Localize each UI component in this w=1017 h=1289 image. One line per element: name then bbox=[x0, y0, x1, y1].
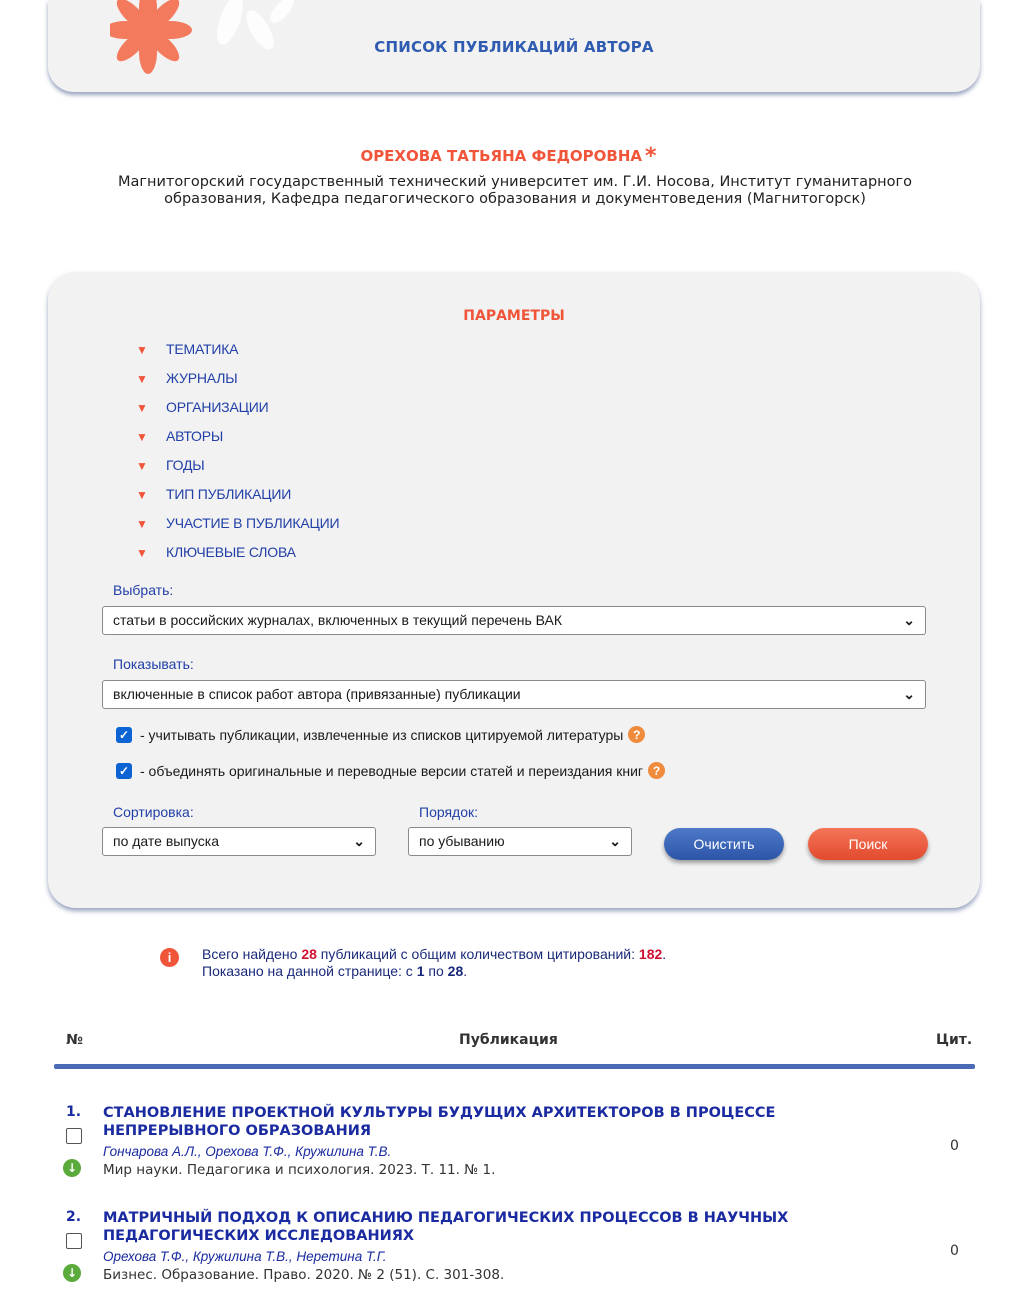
publication-authors[interactable]: Орехова Т.Ф., Кружилина Т.В., Неретина Т… bbox=[103, 1249, 387, 1264]
publication-source: Мир науки. Педагогика и психология. 2023… bbox=[103, 1162, 496, 1178]
triangle-down-icon: ▼ bbox=[136, 401, 148, 415]
sort-dropdown[interactable]: по дате выпуска ⌄ bbox=[102, 827, 376, 856]
filter-organizations[interactable]: ▼ ОРГАНИЗАЦИИ bbox=[136, 398, 339, 427]
triangle-down-icon: ▼ bbox=[136, 546, 148, 560]
triangle-down-icon: ▼ bbox=[136, 430, 148, 444]
author-star: * bbox=[645, 144, 657, 169]
author-affiliation: Магнитогорский государственный техническ… bbox=[117, 174, 913, 207]
column-header-number: № bbox=[66, 1032, 83, 1048]
order-label: Порядок: bbox=[419, 804, 479, 820]
search-button[interactable]: Поиск bbox=[808, 828, 928, 860]
triangle-down-icon: ▼ bbox=[136, 343, 148, 357]
chevron-down-icon: ⌄ bbox=[903, 686, 915, 702]
clear-button[interactable]: Очистить bbox=[664, 828, 784, 860]
info-icon: i bbox=[160, 948, 179, 967]
download-icon[interactable]: ↓ bbox=[63, 1159, 81, 1177]
filter-journals[interactable]: ▼ ЖУРНАЛЫ bbox=[136, 369, 339, 398]
checkbox-merge[interactable]: ✓ bbox=[116, 762, 132, 779]
total-count: 28 bbox=[301, 946, 317, 962]
checkbox-row-merge: ✓ - объединять оригинальные и переводные… bbox=[116, 762, 666, 779]
filter-authors[interactable]: ▼ АВТОРЫ bbox=[136, 427, 339, 456]
help-icon[interactable]: ? bbox=[648, 762, 666, 779]
citation-count-cell[interactable]: 0 bbox=[950, 1243, 959, 1259]
checkbox-row-cited: ✓ - учитывать публикации, извлеченные из… bbox=[116, 726, 646, 743]
publication-source: Бизнес. Образование. Право. 2020. № 2 (5… bbox=[103, 1267, 505, 1283]
parameters-title: ПАРАМЕТРЫ bbox=[463, 308, 565, 324]
row-number: 1. bbox=[66, 1104, 82, 1120]
page-title: СПИСОК ПУБЛИКАЦИЙ АВТОРА bbox=[374, 38, 654, 56]
author-name-text: ОРЕХОВА ТАТЬЯНА ФЕДОРОВНА bbox=[360, 147, 643, 165]
parameters-panel: ПАРАМЕТРЫ ▼ ТЕМАТИКА ▼ ЖУРНАЛЫ ▼ ОРГАНИЗАЦИ… bbox=[48, 272, 980, 908]
results-summary: i Всего найдено 28 публикаций с общим ко… bbox=[160, 946, 666, 980]
filter-participation[interactable]: ▼ УЧАСТИЕ В ПУБЛИКАЦИИ bbox=[136, 514, 340, 543]
triangle-down-icon: ▼ bbox=[136, 517, 148, 531]
column-header-publication: Публикация bbox=[459, 1032, 558, 1048]
order-dropdown[interactable]: по убыванию ⌄ bbox=[408, 827, 632, 856]
row-number: 2. bbox=[66, 1209, 82, 1225]
citation-count: 182 bbox=[638, 946, 663, 962]
show-label: Показывать: bbox=[113, 656, 194, 672]
download-icon[interactable]: ↓ bbox=[63, 1264, 81, 1282]
header-card: СПИСОК ПУБЛИКАЦИЙ АВТОРА bbox=[48, 0, 980, 92]
filter-keywords[interactable]: ▼ КЛЮЧЕВЫЕ СЛОВА bbox=[136, 543, 339, 572]
author-name: ОРЕХОВА ТАТЬЯНА ФЕДОРОВНА * bbox=[0, 144, 1017, 169]
triangle-down-icon: ▼ bbox=[136, 372, 148, 386]
publication-authors[interactable]: Гончарова А.Л., Орехова Т.Ф., Кружилина … bbox=[103, 1144, 391, 1159]
row-checkbox[interactable] bbox=[66, 1233, 82, 1249]
table-header-divider bbox=[54, 1064, 975, 1069]
filter-years[interactable]: ▼ ГОДЫ bbox=[136, 456, 339, 485]
chevron-down-icon: ⌄ bbox=[903, 612, 915, 628]
triangle-down-icon: ▼ bbox=[136, 488, 148, 502]
filter-list: ▼ ТЕМАТИКА ▼ ЖУРНАЛЫ ▼ ОРГАНИЗАЦИИ ▼ АВТОРЫ … bbox=[136, 340, 340, 572]
checkbox-cited[interactable]: ✓ bbox=[116, 726, 132, 743]
sort-label: Сортировка: bbox=[113, 804, 194, 820]
chevron-down-icon: ⌄ bbox=[353, 833, 365, 849]
help-icon[interactable]: ? bbox=[628, 726, 646, 743]
publication-title-link[interactable]: МАТРИЧНЫЙ ПОДХОД К ОПИСАНИЮ ПЕДАГОГИЧЕСК… bbox=[103, 1209, 863, 1245]
filter-publication-type[interactable]: ▼ ТИП ПУБЛИКАЦИИ bbox=[136, 485, 339, 514]
citation-count-cell[interactable]: 0 bbox=[950, 1138, 959, 1154]
triangle-down-icon: ▼ bbox=[136, 459, 148, 473]
filter-topics[interactable]: ▼ ТЕМАТИКА bbox=[136, 340, 339, 369]
chevron-down-icon: ⌄ bbox=[609, 833, 621, 849]
select-dropdown[interactable]: статьи в российских журналах, включенных… bbox=[102, 606, 926, 635]
select-label: Выбрать: bbox=[113, 582, 174, 598]
column-header-citations: Цит. bbox=[936, 1032, 973, 1048]
show-dropdown[interactable]: включенные в список работ автора (привяз… bbox=[102, 680, 926, 709]
row-checkbox[interactable] bbox=[66, 1128, 82, 1144]
publication-title-link[interactable]: СТАНОВЛЕНИЕ ПРОЕКТНОЙ КУЛЬТУРЫ БУДУЩИХ А… bbox=[103, 1104, 863, 1140]
